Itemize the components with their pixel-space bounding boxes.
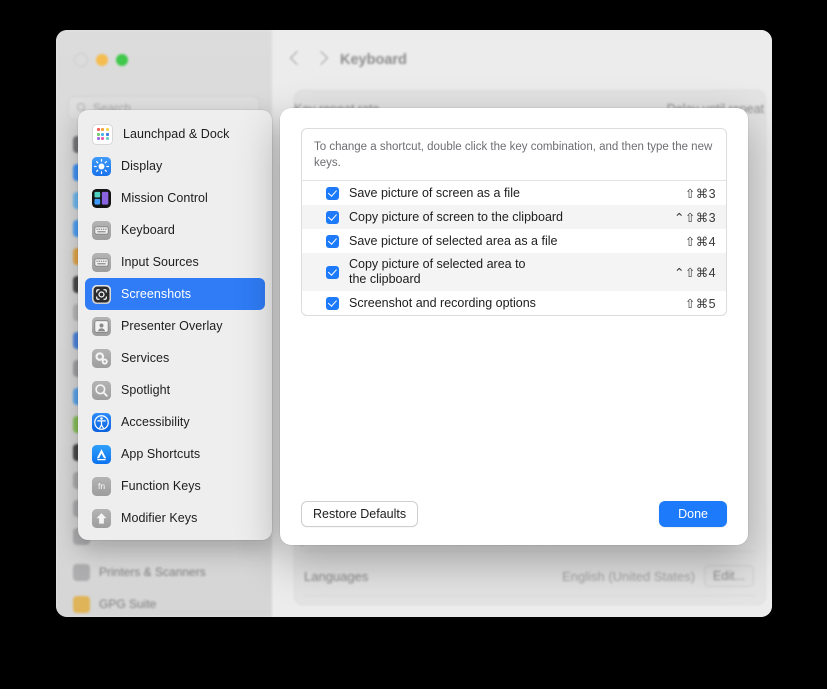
- shortcut-row[interactable]: Screenshot and recording options ⇧⌘5: [302, 291, 726, 315]
- popover-item-label: Screenshots: [121, 287, 192, 301]
- shortcut-name: Screenshot and recording options: [349, 295, 536, 310]
- popover-item-label: Keyboard: [121, 223, 175, 237]
- background-sidebar-item[interactable]: GPG Suite: [66, 590, 266, 617]
- shortcut-checkbox[interactable]: [326, 210, 339, 224]
- services-icon: [92, 348, 111, 368]
- popover-item-keyboard[interactable]: Keyboard: [85, 214, 265, 246]
- popover-item-label: Modifier Keys: [121, 511, 198, 525]
- popover-item-screenshots[interactable]: Screenshots: [85, 278, 265, 310]
- shortcuts-category-popover: Launchpad & Dock Display Mission Control Ke…: [78, 110, 272, 540]
- shortcut-name: Save picture of selected area as a file: [349, 233, 558, 248]
- keyboard-shortcuts-sheet: To change a shortcut, double click the k…: [280, 108, 748, 545]
- shortcut-checkbox[interactable]: [326, 265, 339, 279]
- popover-item-input-sources[interactable]: Input Sources: [85, 246, 265, 278]
- restore-defaults-button[interactable]: Restore Defaults: [301, 501, 419, 527]
- shortcut-keys[interactable]: ⇧⌘3: [673, 186, 716, 201]
- popover-item-label: Launchpad & Dock: [123, 127, 230, 141]
- shortcut-name: Copy picture of selected area to the cli…: [349, 257, 526, 286]
- popover-item-mission-control[interactable]: Mission Control: [85, 182, 265, 214]
- background-sidebar-item[interactable]: Printers & Scanners: [66, 558, 266, 586]
- languages-value-group: English (United States) Edit...: [562, 565, 754, 587]
- mission-control-icon: [92, 188, 111, 208]
- traffic-lights: [74, 53, 128, 67]
- accessibility-icon: [92, 412, 111, 432]
- shortcut-row[interactable]: Save picture of screen as a file ⇧⌘3: [302, 181, 726, 205]
- screen-root: Search Printers & ScannersGPG SuiteNetwo…: [0, 0, 827, 689]
- sheet-footer: Restore Defaults Done: [280, 483, 748, 545]
- popover-item-label: Function Keys: [121, 479, 201, 493]
- languages-row: Languages English (United States) Edit..…: [294, 558, 764, 594]
- popover-item-label: Input Sources: [121, 255, 199, 269]
- screenshots-icon: [92, 284, 111, 304]
- popover-item-spotlight[interactable]: Spotlight: [85, 374, 265, 406]
- popover-item-label: Spotlight: [121, 383, 171, 397]
- languages-edit-button[interactable]: Edit...: [704, 565, 754, 587]
- shortcut-checkbox[interactable]: [326, 296, 339, 310]
- popover-item-modifier-keys[interactable]: Modifier Keys: [85, 502, 265, 534]
- function-keys-icon: fn: [92, 476, 111, 496]
- shortcut-name: Copy picture of screen to the clipboard: [349, 209, 564, 224]
- display-icon: [92, 156, 111, 176]
- nav-buttons: [289, 50, 329, 66]
- chevron-left-icon[interactable]: [289, 50, 305, 66]
- shortcut-name: Save picture of screen as a file: [349, 185, 520, 200]
- popover-item-display[interactable]: Display: [85, 150, 265, 182]
- popover-item-label: Mission Control: [121, 191, 208, 205]
- popover-item-label: Display: [121, 159, 163, 173]
- spotlight-icon: [92, 380, 111, 400]
- popover-item-launchpad-dock[interactable]: Launchpad & Dock: [85, 118, 265, 150]
- shortcut-row[interactable]: Copy picture of screen to the clipboard ⌃…: [302, 205, 726, 229]
- shortcuts-card: To change a shortcut, double click the k…: [301, 128, 727, 316]
- divider-above-languages: [304, 551, 756, 552]
- shortcut-keys[interactable]: ⇧⌘5: [673, 296, 716, 311]
- divider-below-languages: [304, 595, 756, 596]
- shortcut-keys[interactable]: ⌃⇧⌘3: [662, 210, 716, 225]
- chevron-right-icon[interactable]: [313, 50, 329, 66]
- shortcuts-list: Save picture of screen as a file ⇧⌘3 Copy …: [302, 181, 726, 315]
- minimize-button[interactable]: [96, 54, 108, 66]
- popover-item-presenter-overlay[interactable]: Presenter Overlay: [85, 310, 265, 342]
- shortcut-checkbox[interactable]: [326, 234, 339, 248]
- background-sidebar-item-label: Printers & Scanners: [99, 565, 206, 579]
- shortcut-checkbox[interactable]: [326, 186, 339, 200]
- shortcut-keys[interactable]: ⌃⇧⌘4: [662, 265, 716, 280]
- maximize-button[interactable]: [116, 54, 128, 66]
- sheet-body: To change a shortcut, double click the k…: [301, 128, 727, 495]
- launchpad-icon: [92, 123, 113, 145]
- popover-item-label: Presenter Overlay: [121, 319, 223, 333]
- popover-item-label: Accessibility: [121, 415, 190, 429]
- popover-item-function-keys[interactable]: fn Function Keys: [85, 470, 265, 502]
- input-sources-icon: [92, 252, 111, 272]
- shortcut-hint-text: To change a shortcut, double click the k…: [302, 129, 726, 181]
- modifier-keys-icon: [92, 508, 111, 528]
- close-button[interactable]: [74, 53, 88, 67]
- popover-item-label: App Shortcuts: [121, 447, 201, 461]
- popover-item-app-shortcuts[interactable]: App Shortcuts: [85, 438, 265, 470]
- keyboard-icon: [92, 220, 111, 240]
- shortcut-row[interactable]: Copy picture of selected area to the cli…: [302, 253, 726, 291]
- popover-item-accessibility[interactable]: Accessibility: [85, 406, 265, 438]
- shortcut-keys[interactable]: ⇧⌘4: [673, 234, 716, 249]
- gpg-lock-icon: [73, 595, 90, 613]
- background-sidebar-item-label: GPG Suite: [99, 597, 157, 611]
- presenter-overlay-icon: [92, 316, 111, 336]
- shortcut-row[interactable]: Save picture of selected area as a file ⇧…: [302, 229, 726, 253]
- languages-value: English (United States): [562, 568, 696, 584]
- popover-item-label: Services: [121, 351, 170, 365]
- popover-item-services[interactable]: Services: [85, 342, 265, 374]
- done-button[interactable]: Done: [659, 501, 727, 527]
- languages-label: Languages: [304, 568, 369, 584]
- page-title: Keyboard: [340, 52, 407, 68]
- printer-icon: [73, 563, 90, 581]
- app-shortcuts-icon: [92, 444, 111, 464]
